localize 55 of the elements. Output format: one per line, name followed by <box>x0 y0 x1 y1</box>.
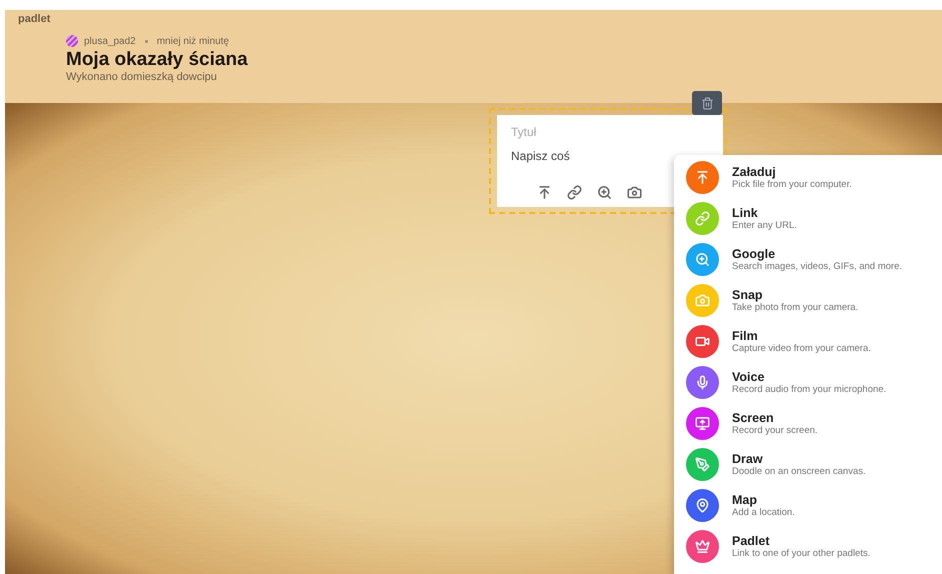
menu-item-description: Pick file from your computer. <box>732 178 852 190</box>
map-pin-icon <box>695 498 710 513</box>
menu-item-description: Record audio from your microphone. <box>732 384 886 396</box>
menu-item[interactable]: Map Add a location. <box>674 485 942 526</box>
attach-tool-button[interactable] <box>595 183 613 201</box>
screen-share-icon <box>695 416 710 431</box>
menu-item[interactable]: Snap Take photo from your camera. <box>674 280 942 321</box>
menu-item-description: Record your screen. <box>732 424 818 436</box>
menu-item[interactable]: Voice Record audio from your microphone. <box>674 362 942 403</box>
crown-icon <box>695 539 710 554</box>
title-field[interactable]: Tytuł <box>511 125 709 139</box>
microphone-icon <box>695 375 710 390</box>
camera-icon <box>695 293 710 308</box>
menu-item-description: Enter any URL. <box>732 220 797 232</box>
menu-item[interactable]: Film Capture video from your camera. <box>674 321 942 362</box>
trash-icon <box>700 96 714 110</box>
upload-icon <box>536 184 552 200</box>
search-icon <box>695 252 710 267</box>
menu-item-label: Screen <box>732 410 775 424</box>
menu-item-description: Add a location. <box>732 506 795 518</box>
menu-item[interactable]: Draw Doodle on an onscreen canvas. <box>674 444 942 485</box>
menu-item-description: Link to one of your other padlets. <box>732 548 870 560</box>
brand-logo[interactable]: padlet <box>18 13 942 25</box>
link-icon <box>695 211 710 226</box>
menu-item-description: Doodle on an onscreen canvas. <box>732 466 866 478</box>
menu-item-label: Film <box>732 328 759 342</box>
link-icon <box>566 184 582 200</box>
menu-item-description: Take photo from your camera. <box>732 302 858 314</box>
menu-item[interactable]: Link Enter any URL. <box>674 198 942 239</box>
avatar <box>66 35 78 47</box>
menu-item[interactable]: Screen Record your screen. <box>674 403 942 444</box>
menu-item-label: Draw <box>732 452 764 466</box>
menu-item-label: Map <box>732 492 758 506</box>
search-icon <box>596 184 612 200</box>
menu-item-label: Snap <box>732 288 763 302</box>
delete-button[interactable] <box>692 91 722 115</box>
menu-item-label: Padlet <box>732 534 771 548</box>
pen-icon <box>695 457 710 472</box>
video-camera-icon <box>695 334 710 349</box>
attach-tool-button[interactable] <box>565 183 583 201</box>
menu-item-label: Załaduj <box>732 164 776 178</box>
menu-item-label: Voice <box>732 370 766 384</box>
menu-item[interactable]: Padlet Link to one of your other padlets. <box>674 526 942 567</box>
menu-item[interactable]: Google Search images, videos, GIFs, and more. <box>674 239 942 280</box>
camera-icon <box>626 184 642 200</box>
upload-icon <box>695 170 710 185</box>
author-name: plusa_pad2 <box>84 36 136 46</box>
menu-item-label: Google <box>732 246 776 260</box>
menu-item-description: Search images, videos, GIFs, and more. <box>732 260 902 272</box>
post-time: mniej niż minutę <box>156 36 229 46</box>
menu-item-description: Capture video from your camera. <box>732 342 871 354</box>
menu-item-label: Link <box>732 206 759 220</box>
wall-subtitle: Wykonano domieszką dowcipu <box>66 71 218 83</box>
wall-title: Moja okazały ściana <box>66 49 249 71</box>
separator-dot <box>144 40 148 42</box>
